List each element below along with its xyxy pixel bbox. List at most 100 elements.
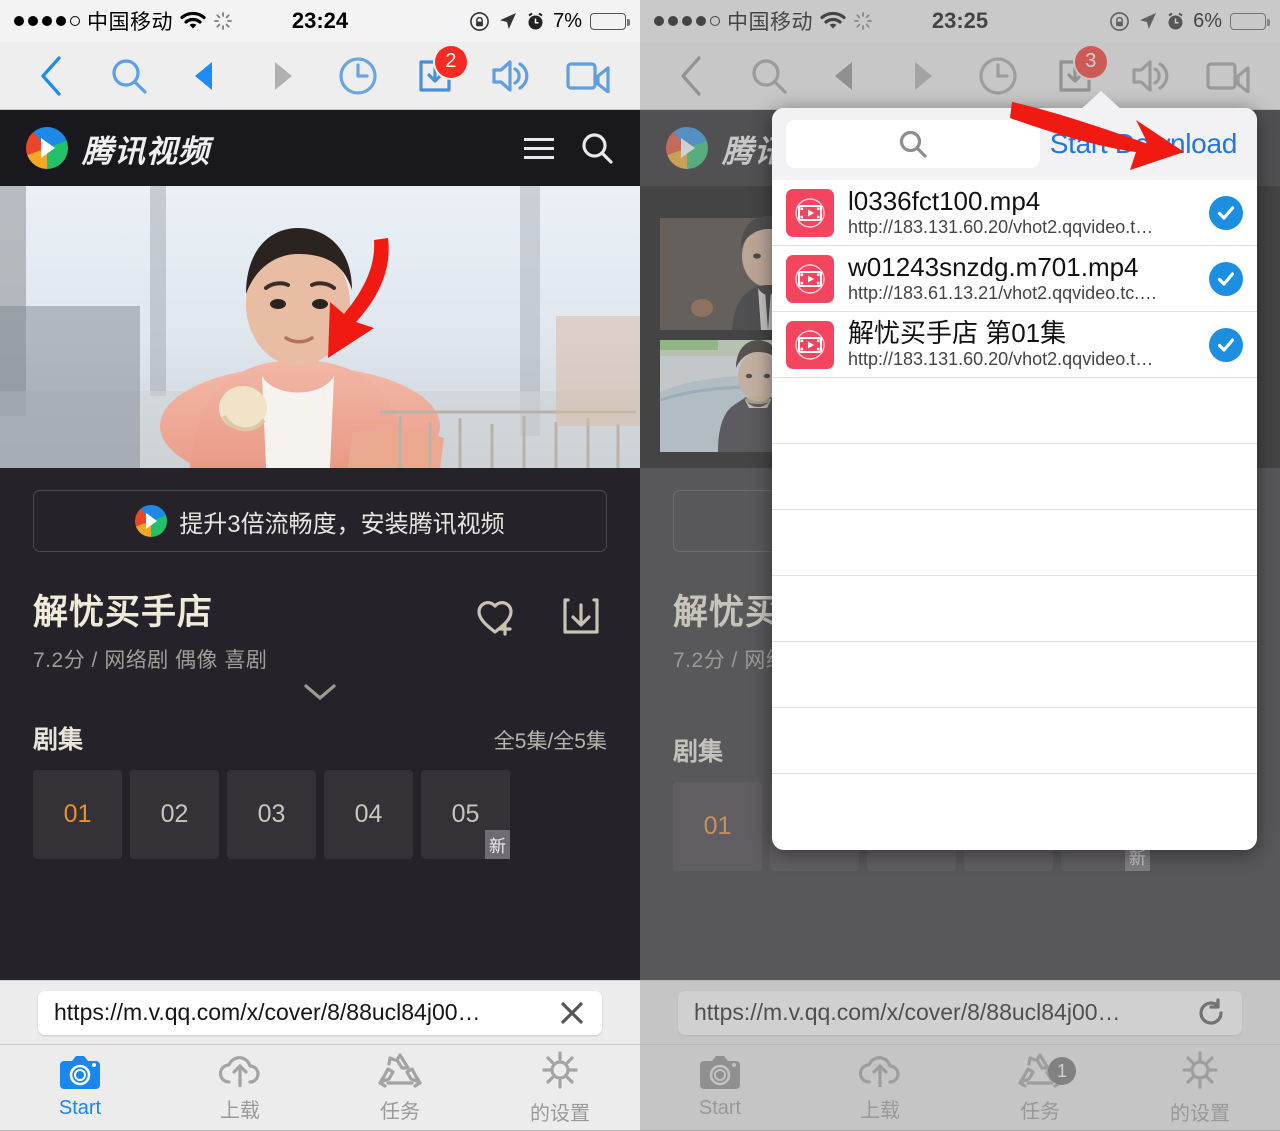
episode-cell[interactable]: 04 [324,770,413,859]
tab-label: 的设置 [1170,1097,1230,1126]
episode-number: 01 [64,800,92,829]
expand-chevron-icon[interactable] [33,682,607,702]
next-button[interactable] [896,50,948,102]
url-bar-right: https://m.v.qq.com/x/cover/8/88ucl84j00… [640,980,1280,1044]
download-list: l0336fct100.mp4 http://183.131.60.20/vho… [772,180,1257,774]
downloads-button[interactable]: 2 [409,50,461,102]
search-icon[interactable] [743,50,795,102]
list-item-empty [772,444,1257,510]
episode-cell[interactable]: 01 [673,782,762,871]
alarm-clock-icon [526,12,545,31]
site-header: 腾讯视频 [0,110,640,186]
url-text: https://m.v.qq.com/x/cover/8/88ucl84j00… [694,999,1196,1026]
list-item[interactable]: 解忧买手店 第01集 http://183.131.60.20/vhot2.qq… [772,312,1257,378]
tab-upload[interactable]: 上载 [160,1045,320,1130]
hero-video-player[interactable] [0,186,640,468]
camera-icon [699,1056,741,1090]
tab-tasks[interactable]: 1 任务 [960,1045,1120,1130]
favorite-heart-icon[interactable] [476,596,520,636]
prev-button[interactable] [819,50,871,102]
tab-label: 任务 [380,1095,420,1124]
tab-label: 的设置 [530,1097,590,1126]
back-button[interactable] [666,50,718,102]
next-button[interactable] [256,50,308,102]
prev-button[interactable] [179,50,231,102]
list-item[interactable]: l0336fct100.mp4 http://183.131.60.20/vho… [772,180,1257,246]
location-arrow-icon [498,11,518,31]
popup-caret-icon [1079,91,1123,111]
url-field[interactable]: https://m.v.qq.com/x/cover/8/88ucl84j00… [38,991,602,1035]
screenshot-root: 中国移动 23:24 7% [0,0,1280,1131]
tencent-video-logo-icon [135,505,167,537]
promo-label: 提升3倍流畅度，安装腾讯视频 [179,504,504,539]
back-button[interactable] [26,50,78,102]
episode-number: 01 [704,812,732,841]
video-camera-icon[interactable] [562,50,614,102]
list-item-texts: 解忧买手店 第01集 http://183.131.60.20/vhot2.qq… [848,319,1209,371]
gear-icon [1179,1050,1221,1090]
tab-settings[interactable]: 的设置 [480,1045,640,1130]
status-bar-right: 中国移动 23:25 6% [640,0,1280,42]
tab-upload[interactable]: 上载 [800,1045,960,1130]
hero-video-frame [0,186,640,468]
activity-spinner-icon [213,11,233,31]
tab-badge: 1 [1048,1057,1076,1085]
recycle-icon [377,1052,423,1088]
url-text: https://m.v.qq.com/x/cover/8/88ucl84j00… [54,999,558,1026]
rotation-lock-icon [1109,11,1130,32]
status-right-group: 7% [469,10,626,33]
tab-label: 上载 [220,1094,260,1123]
episode-cell[interactable]: 01 [33,770,122,859]
url-field[interactable]: https://m.v.qq.com/x/cover/8/88ucl84j00… [678,991,1242,1035]
reload-icon[interactable] [1196,998,1226,1028]
status-right-group: 6% [1109,10,1266,33]
volume-icon[interactable] [1125,50,1177,102]
tencent-video-logo-icon [26,127,68,169]
checkmark-icon[interactable] [1209,196,1243,230]
history-clock-icon[interactable] [332,50,384,102]
episode-cell[interactable]: 05 新 [421,770,510,859]
episodes-section: 剧集 全5集/全5集 01 02 03 04 05 新 [0,720,640,859]
file-name: 解忧买手店 第01集 [848,319,1209,348]
tab-label: Start [699,1097,741,1120]
episodes-header: 剧集 全5集/全5集 [33,720,607,756]
file-url: http://183.131.60.20/vhot2.qqvideo.t… [848,217,1209,238]
site-header-actions [524,131,614,165]
list-item-empty [772,708,1257,774]
list-item-empty [772,642,1257,708]
alarm-clock-icon [1166,12,1185,31]
browser-toolbar-left: 2 [0,42,640,110]
download-box-icon[interactable] [562,596,600,636]
menu-icon[interactable] [524,132,554,165]
tab-settings[interactable]: 的设置 [1120,1045,1280,1130]
episode-cell[interactable]: 03 [227,770,316,859]
volume-icon[interactable] [485,50,537,102]
search-icon[interactable] [103,50,155,102]
list-item-texts: l0336fct100.mp4 http://183.131.60.20/vho… [848,187,1209,239]
list-item[interactable]: w01243snzdg.m701.mp4 http://183.61.13.21… [772,246,1257,312]
signal-dots-icon [654,16,720,26]
episode-number: 05 [452,800,480,829]
popup-header: Start Download [772,108,1257,180]
site-search-icon[interactable] [580,131,614,165]
site-name-label: 腾讯视频 [82,126,210,171]
downloads-badge: 2 [435,46,467,78]
install-app-promo[interactable]: 提升3倍流畅度，安装腾讯视频 [33,490,607,552]
battery-percent-label: 6% [1193,10,1222,33]
tab-start[interactable]: Start [640,1045,800,1130]
history-clock-icon[interactable] [972,50,1024,102]
tab-tasks[interactable]: 任务 [320,1045,480,1130]
tab-label: 任务 [1020,1095,1060,1124]
close-icon[interactable] [558,999,586,1027]
episode-cell[interactable]: 02 [130,770,219,859]
rotation-lock-icon [469,11,490,32]
search-input[interactable] [786,120,1040,168]
checkmark-icon[interactable] [1209,262,1243,296]
video-camera-icon[interactable] [1202,50,1254,102]
episode-new-badge: 新 [485,830,510,859]
start-download-button[interactable]: Start Download [1050,128,1243,160]
status-left-group: 中国移动 [14,6,233,36]
tab-start[interactable]: Start [0,1045,160,1130]
checkmark-icon[interactable] [1209,328,1243,362]
carrier-label: 中国移动 [87,6,173,36]
